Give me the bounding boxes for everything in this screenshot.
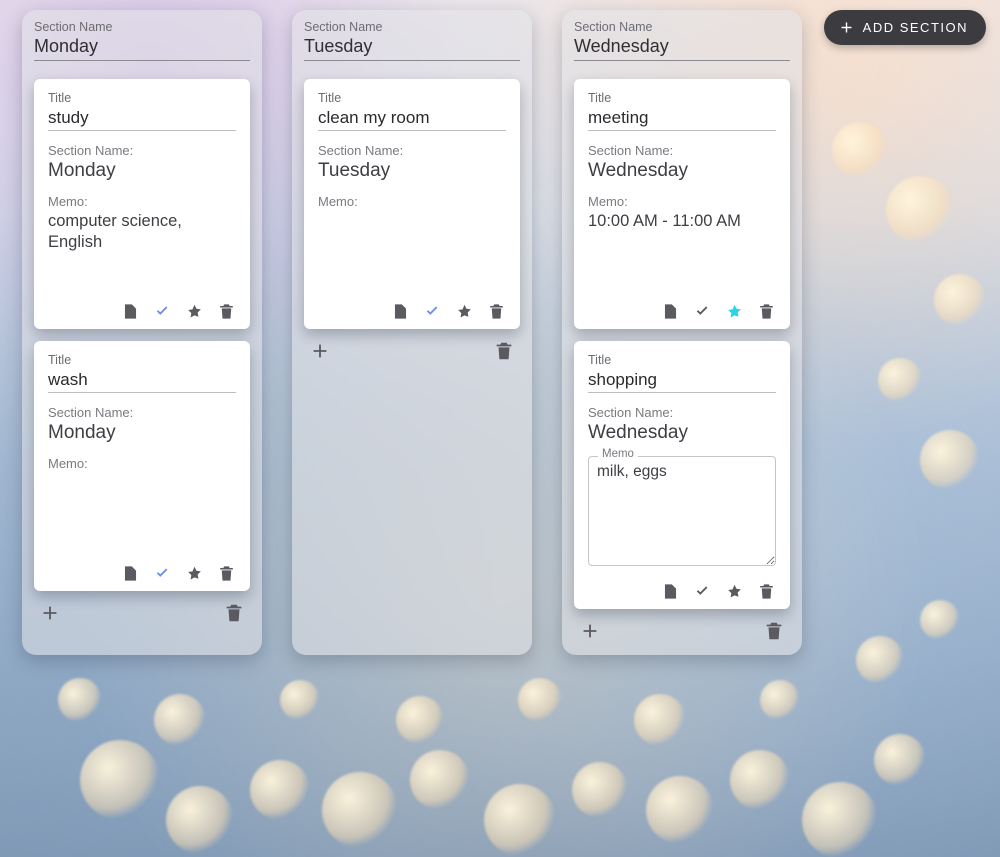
card-title-input[interactable] — [318, 107, 506, 131]
board: Section Name Title Section Name: Monday Memo… — [0, 0, 1000, 665]
card-list: Title Section Name: Wednesday Memo: 10:00 AM… — [574, 79, 790, 609]
check-icon[interactable] — [692, 581, 712, 601]
card-section-label: Section Name: — [588, 143, 776, 158]
card-section-label: Section Name: — [48, 405, 236, 420]
check-icon[interactable] — [152, 301, 172, 321]
card-title-input[interactable] — [48, 107, 236, 131]
check-icon[interactable] — [152, 563, 172, 583]
card-title-label: Title — [48, 91, 236, 105]
card-section-value: Monday — [48, 422, 236, 444]
task-card: Title Section Name: Monday Memo: — [34, 341, 250, 591]
card-list: Title Section Name: Tuesday Memo: — [304, 79, 520, 329]
task-card: Title Section Name: Tuesday Memo: — [304, 79, 520, 329]
card-memo-text: computer science, English — [48, 211, 236, 252]
task-card: Title Section Name: Monday Memo: computer sc… — [34, 79, 250, 329]
card-section-value: Monday — [48, 160, 236, 182]
card-section-value: Tuesday — [318, 160, 506, 182]
card-title-label: Title — [588, 353, 776, 367]
section-name-input[interactable] — [304, 36, 520, 61]
add-card-button[interactable] — [38, 601, 62, 625]
trash-icon[interactable] — [486, 301, 506, 321]
section-name-label: Section Name — [304, 20, 520, 34]
card-title-input[interactable] — [588, 107, 776, 131]
card-action-bar — [588, 291, 776, 321]
trash-icon[interactable] — [216, 563, 236, 583]
card-title-input[interactable] — [588, 369, 776, 393]
note-icon[interactable] — [660, 581, 680, 601]
card-section-label: Section Name: — [318, 143, 506, 158]
task-card: Title Section Name: Wednesday Memo: 10:00 AM… — [574, 79, 790, 329]
card-list: Title Section Name: Monday Memo: computer sc… — [34, 79, 250, 591]
section-column: Section Name Title Section Name: Wednesday M… — [562, 10, 802, 655]
star-icon[interactable] — [724, 581, 744, 601]
card-memo-label: Memo: — [588, 194, 776, 209]
card-memo-label: Memo: — [48, 194, 236, 209]
trash-icon[interactable] — [756, 301, 776, 321]
add-card-button[interactable] — [308, 339, 332, 363]
card-section-label: Section Name: — [588, 405, 776, 420]
card-action-bar — [318, 291, 506, 321]
card-title-label: Title — [48, 353, 236, 367]
card-action-bar — [588, 571, 776, 601]
card-action-bar — [48, 291, 236, 321]
trash-icon[interactable] — [216, 301, 236, 321]
note-icon[interactable] — [120, 301, 140, 321]
star-icon[interactable] — [724, 301, 744, 321]
card-title-label: Title — [318, 91, 506, 105]
delete-section-button[interactable] — [762, 619, 786, 643]
task-card: Title Section Name: Wednesday Memomilk, egg… — [574, 341, 790, 609]
section-name-label: Section Name — [34, 20, 250, 34]
star-icon[interactable] — [184, 301, 204, 321]
delete-section-button[interactable] — [492, 339, 516, 363]
check-icon[interactable] — [422, 301, 442, 321]
card-section-value: Wednesday — [588, 422, 776, 444]
check-icon[interactable] — [692, 301, 712, 321]
star-icon[interactable] — [184, 563, 204, 583]
section-footer — [34, 591, 250, 629]
section-footer — [574, 609, 790, 647]
section-name-input[interactable] — [574, 36, 790, 61]
section-name-input[interactable] — [34, 36, 250, 61]
note-icon[interactable] — [660, 301, 680, 321]
delete-section-button[interactable] — [222, 601, 246, 625]
note-icon[interactable] — [390, 301, 410, 321]
add-card-button[interactable] — [578, 619, 602, 643]
trash-icon[interactable] — [756, 581, 776, 601]
card-memo-label: Memo: — [48, 456, 236, 471]
card-title-input[interactable] — [48, 369, 236, 393]
card-title-label: Title — [588, 91, 776, 105]
card-memo-label: Memo: — [318, 194, 506, 209]
section-column: Section Name Title Section Name: Tuesday Mem… — [292, 10, 532, 655]
card-section-value: Wednesday — [588, 160, 776, 182]
card-memo-textarea[interactable]: milk, eggs — [588, 456, 776, 566]
card-memo-text: 10:00 AM - 11:00 AM — [588, 211, 776, 232]
section-name-label: Section Name — [574, 20, 790, 34]
note-icon[interactable] — [120, 563, 140, 583]
card-action-bar — [48, 553, 236, 583]
star-icon[interactable] — [454, 301, 474, 321]
section-column: Section Name Title Section Name: Monday Memo… — [22, 10, 262, 655]
card-section-label: Section Name: — [48, 143, 236, 158]
card-memo-label: Memo — [598, 448, 638, 460]
section-footer — [304, 329, 520, 367]
